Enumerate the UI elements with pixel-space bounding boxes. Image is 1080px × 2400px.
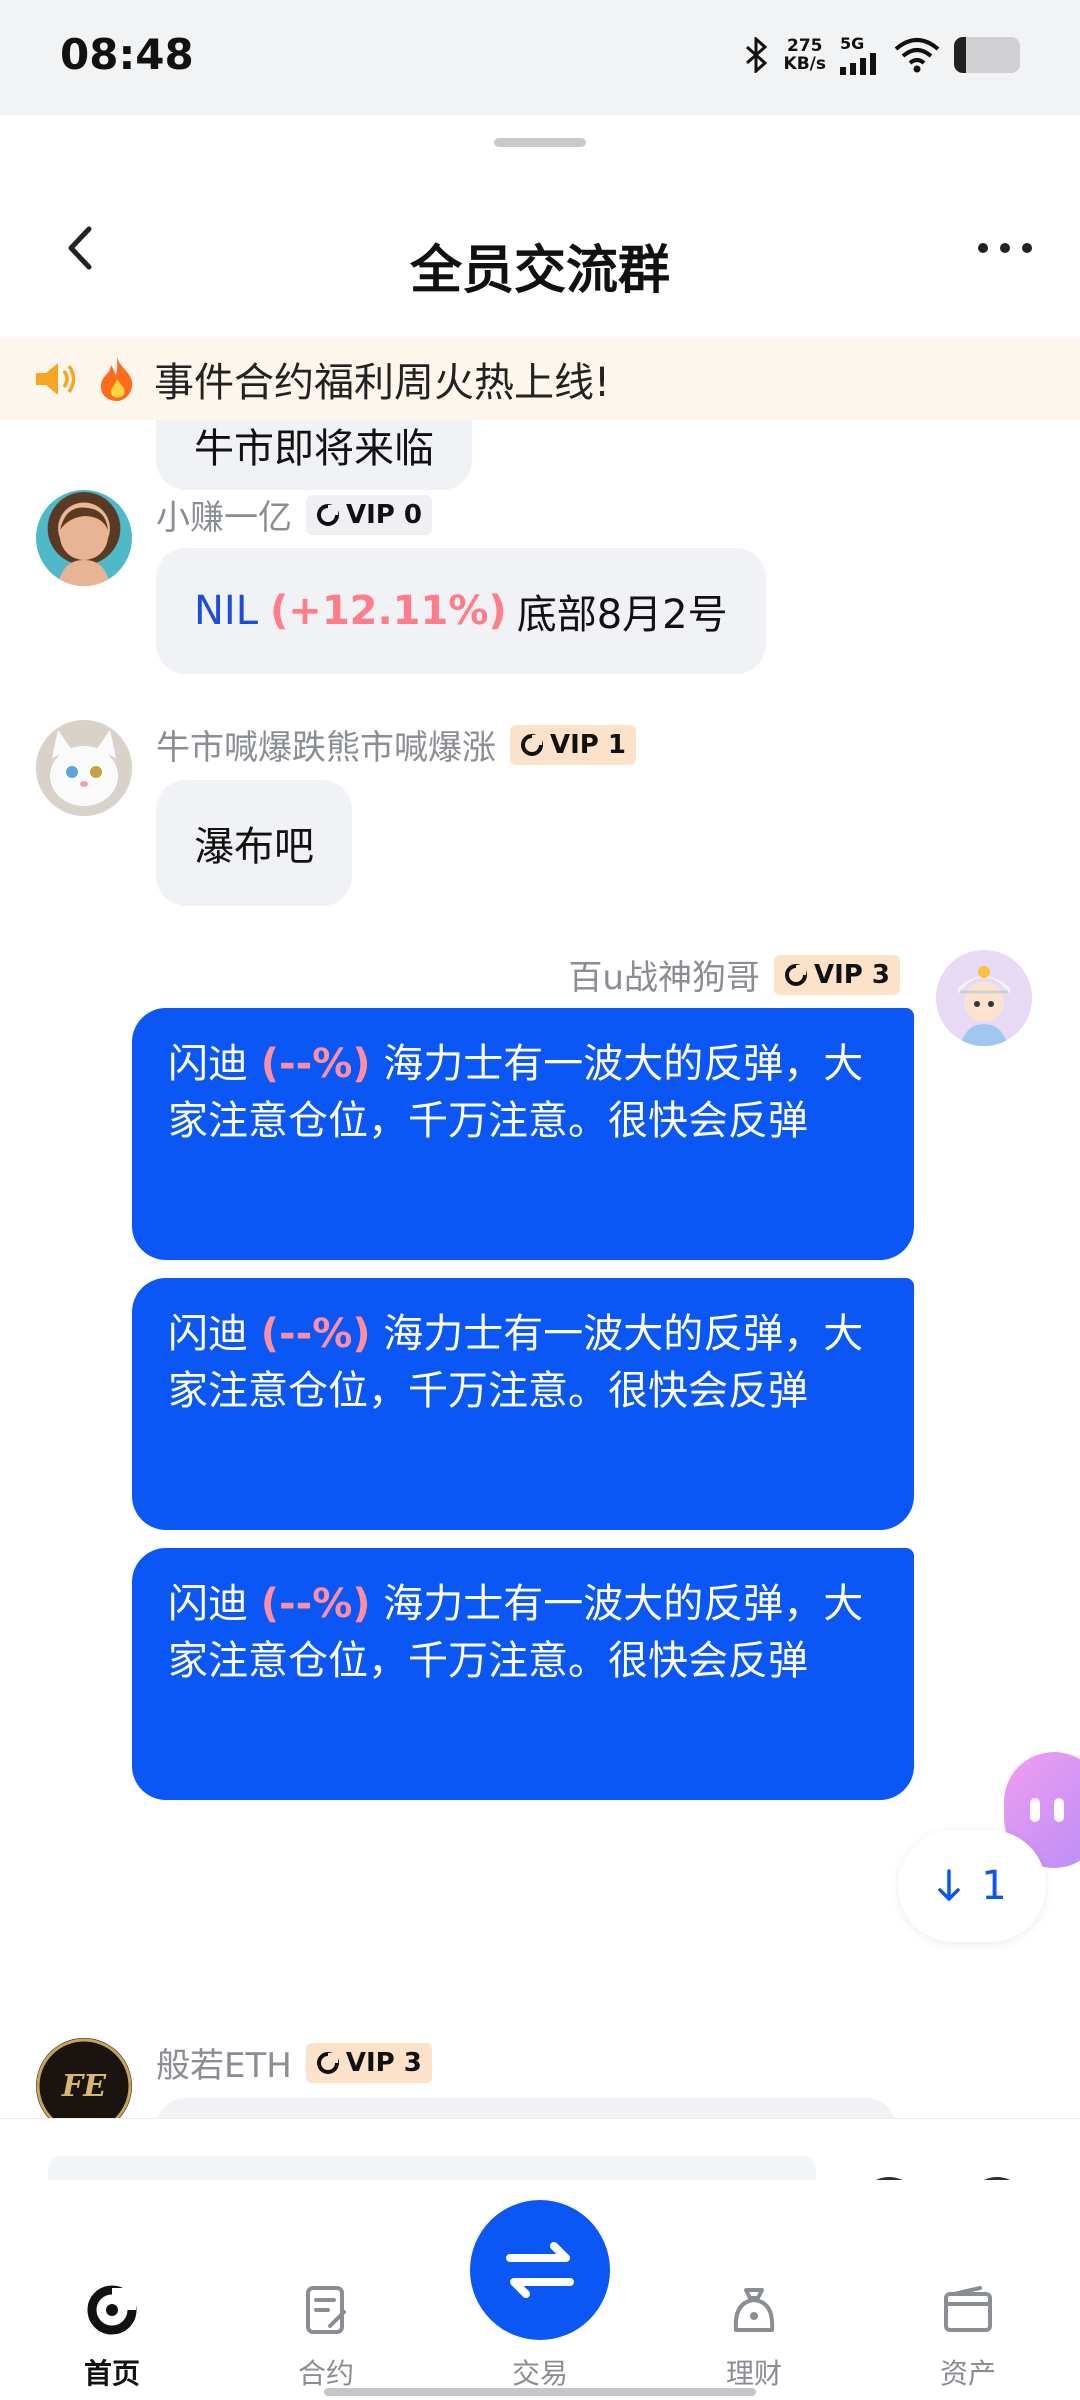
message-bubble-self[interactable]: 闪迪 (--%) 海力士有一波大的反弹，大家注意仓位，千万注意。很快会反弹 — [132, 1548, 914, 1800]
tab-home[interactable]: 首页 — [42, 2280, 182, 2392]
vip-logo-icon — [521, 733, 543, 756]
fire-icon — [100, 357, 133, 401]
coin-tag[interactable]: 闪迪 — [168, 1311, 248, 1357]
vip-badge: VIP 0 — [306, 494, 432, 535]
more-dot — [1022, 243, 1032, 253]
message-bubble-self[interactable]: 闪迪 (--%) 海力士有一波大的反弹，大家注意仓位，千万注意。很快会反弹 — [132, 1008, 914, 1260]
message-bubble-self[interactable]: 闪迪 (--%) 海力士有一波大的反弹，大家注意仓位，千万注意。很快会反弹 — [132, 1278, 914, 1530]
message-bubble[interactable]: 瀑布吧 — [156, 780, 352, 906]
avatar[interactable] — [36, 490, 132, 586]
arrow-down-icon — [938, 1869, 961, 1901]
tab-contract[interactable]: 合约 — [256, 2280, 396, 2392]
home-indicator[interactable] — [324, 2388, 756, 2396]
new-messages-button[interactable]: 1 — [898, 1830, 1046, 1942]
price-change: (--%) — [260, 1041, 371, 1087]
vip-badge: VIP 3 — [305, 2042, 432, 2083]
wallet-icon — [938, 2280, 998, 2340]
new-message-count: 1 — [981, 1863, 1007, 1909]
vip-badge: VIP 1 — [510, 724, 636, 765]
message-bubble[interactable]: 牛市即将来临 — [156, 420, 472, 490]
vip-logo-icon — [317, 503, 339, 526]
avatar[interactable] — [36, 720, 132, 816]
announcement-bar[interactable]: 事件合约福利周火热上线! — [0, 338, 1080, 420]
price-change: (+12.11%) — [270, 588, 507, 634]
contract-icon — [296, 2280, 356, 2340]
message-username: 百u战神狗哥 VIP 3 — [568, 950, 900, 999]
tab-trade[interactable]: 交易 — [470, 2280, 610, 2392]
message-username: 小赚一亿 VIP 0 — [156, 490, 432, 539]
svg-text:FE: FE — [61, 2069, 107, 2104]
vip-logo-icon — [785, 963, 807, 986]
status-bar: 08:48 275 KB/s 5G — [0, 0, 1080, 115]
more-dot — [978, 243, 988, 253]
speaker-icon — [36, 363, 76, 395]
tab-finance[interactable]: 理财 — [684, 2280, 824, 2392]
home-logo-icon — [82, 2280, 142, 2340]
coin-tag[interactable]: 闪迪 — [168, 1581, 248, 1627]
bottom-tab-bar: 首页 合约 交易 理财 资产 — [0, 2180, 1080, 2400]
vip-badge: VIP 3 — [774, 954, 900, 995]
message-username: 般若ETH VIP 3 — [156, 2038, 432, 2087]
tab-assets[interactable]: 资产 — [898, 2280, 1038, 2392]
bluetooth-icon — [745, 36, 767, 73]
message-bubble[interactable]: NIL (+12.11%) 底部8月2号 — [156, 548, 766, 674]
sheet-grabber[interactable] — [494, 138, 586, 147]
bot-eye — [1030, 1798, 1040, 1822]
message-username: 牛市喊爆跌熊市喊爆涨 VIP 1 — [156, 720, 636, 769]
avatar[interactable]: FE — [36, 2038, 132, 2120]
signal-icon — [840, 53, 876, 75]
status-time: 08:48 — [60, 30, 194, 79]
price-change: (--%) — [260, 1311, 371, 1357]
coin-tag[interactable]: NIL — [194, 588, 258, 634]
status-icons: 275 KB/s 5G — [744, 34, 1020, 75]
more-button[interactable] — [970, 228, 1040, 268]
announcement-text: 事件合约福利周火热上线! — [154, 360, 611, 406]
bot-eye — [1054, 1798, 1064, 1822]
wifi-icon — [894, 37, 940, 72]
finance-icon — [724, 2280, 784, 2340]
battery-icon — [954, 36, 1020, 73]
page-title: 全员交流群 — [409, 241, 670, 301]
coin-tag[interactable]: 闪迪 — [168, 1041, 248, 1087]
more-dot — [1000, 243, 1010, 253]
chat-sheet: 全员交流群 事件合约福利周火热上线! 牛市即将来临 小赚一亿 VIP 0 NIL… — [0, 118, 1080, 2400]
vip-logo-icon — [316, 2051, 339, 2074]
avatar[interactable] — [936, 950, 1032, 1046]
cellular-signal: 5G — [840, 34, 880, 75]
price-change: (--%) — [260, 1581, 371, 1627]
net-speed: 275 KB/s — [783, 35, 826, 74]
message-bubble[interactable] — [156, 2098, 896, 2120]
